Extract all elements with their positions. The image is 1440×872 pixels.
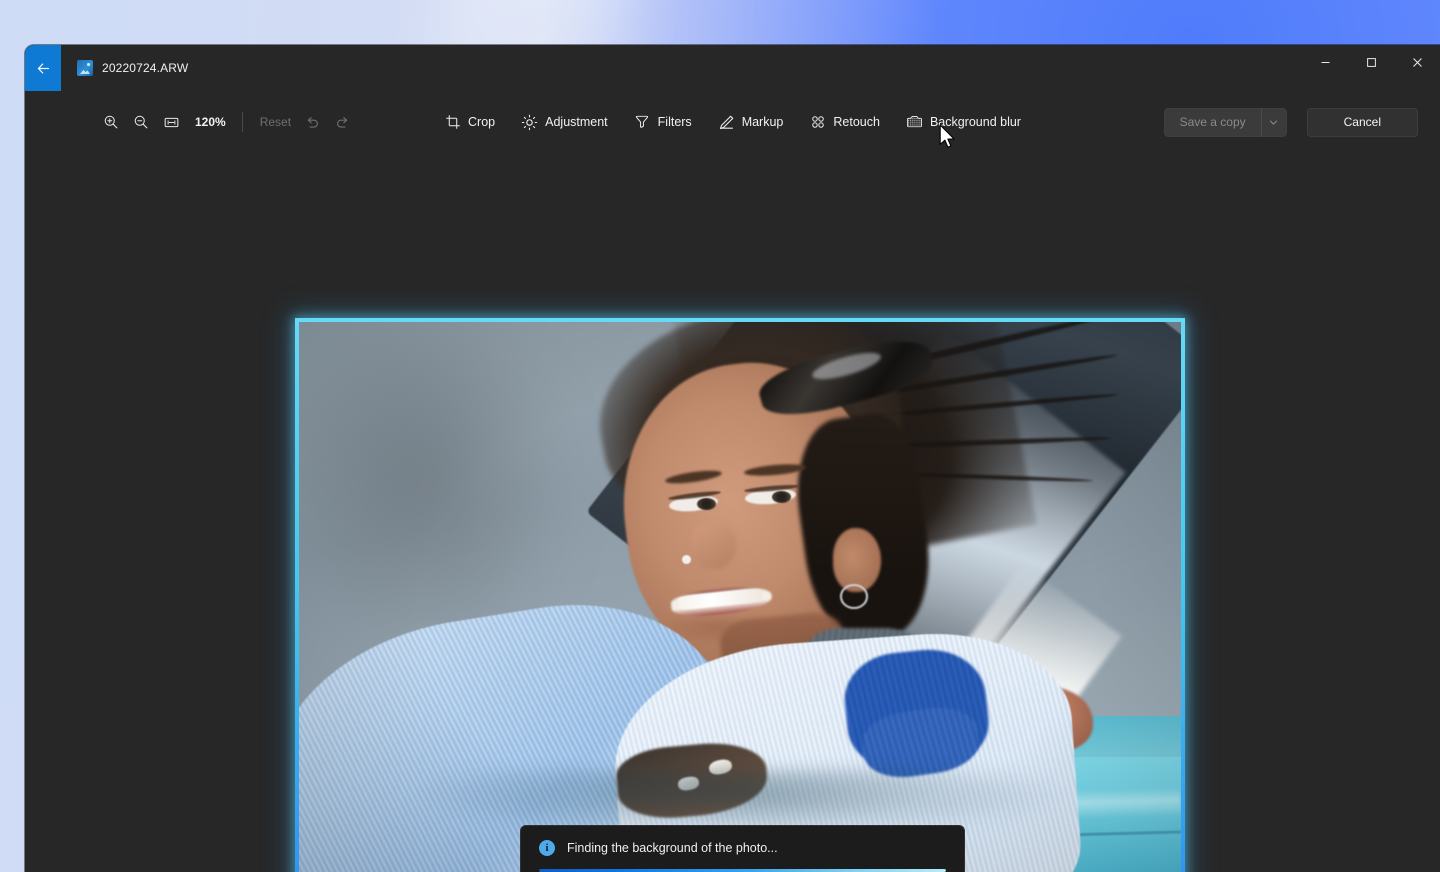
zoom-controls-group: 120% Reset xyxy=(96,107,357,137)
save-options-dropdown-button[interactable] xyxy=(1260,107,1287,137)
action-buttons-group: Save a copy Cancel xyxy=(1163,107,1418,137)
photo-file-icon xyxy=(77,60,93,76)
brightness-icon xyxy=(521,114,538,131)
tool-retouch-button[interactable]: Retouch xyxy=(796,107,893,138)
back-button[interactable] xyxy=(25,45,61,91)
photo-selection-frame xyxy=(295,318,1185,872)
desktop-wallpaper: 20220724.ARW 120% Reset Crop Adjustment … xyxy=(0,0,1440,872)
tool-markup-label: Markup xyxy=(741,115,784,129)
status-message: Finding the background of the photo... xyxy=(567,841,778,855)
photo-image[interactable] xyxy=(299,322,1181,872)
tool-background-blur-button[interactable]: Background blur xyxy=(893,107,1034,138)
filter-funnel-icon xyxy=(634,114,651,131)
tool-markup-button[interactable]: Markup xyxy=(705,107,797,138)
file-name-label: 20220724.ARW xyxy=(102,61,189,75)
minimize-button[interactable] xyxy=(1302,45,1348,79)
pen-icon xyxy=(718,114,735,131)
file-chip: 20220724.ARW xyxy=(61,45,188,91)
save-a-copy-button[interactable]: Save a copy xyxy=(1163,107,1261,137)
photo-canvas-area[interactable]: i Finding the background of the photo... xyxy=(25,153,1440,872)
info-icon: i xyxy=(539,840,555,856)
tool-crop-label: Crop xyxy=(468,115,496,129)
zoom-out-button[interactable] xyxy=(126,107,156,137)
tool-adjustment-button[interactable]: Adjustment xyxy=(508,107,621,138)
zoom-level-label: 120% xyxy=(195,115,226,129)
tool-filters-button[interactable]: Filters xyxy=(621,107,705,138)
undo-button[interactable] xyxy=(297,107,327,137)
window-controls xyxy=(1302,45,1440,91)
title-bar: 20220724.ARW xyxy=(25,45,1440,91)
editor-toolbar: 120% Reset Crop Adjustment Filters Marku… xyxy=(25,91,1440,153)
zoom-in-icon xyxy=(104,115,118,129)
redo-icon xyxy=(336,116,347,128)
status-row: i Finding the background of the photo... xyxy=(539,840,946,856)
tool-adjustment-label: Adjustment xyxy=(545,115,608,129)
title-bar-drag-region[interactable] xyxy=(188,45,1302,91)
tool-filters-label: Filters xyxy=(657,115,692,129)
close-icon xyxy=(1412,57,1422,67)
photos-editor-window: 20220724.ARW 120% Reset Crop Adjustment … xyxy=(25,45,1440,872)
crop-icon xyxy=(444,114,461,131)
fit-to-window-icon xyxy=(164,117,178,127)
tool-crop-button[interactable]: Crop xyxy=(431,107,508,138)
close-button[interactable] xyxy=(1394,45,1440,79)
minimize-icon xyxy=(1321,61,1329,63)
back-arrow-icon xyxy=(37,62,49,74)
toolbar-divider xyxy=(241,112,243,132)
save-a-copy-split-button: Save a copy xyxy=(1163,107,1287,137)
fit-to-window-button[interactable] xyxy=(156,107,186,137)
redo-button[interactable] xyxy=(327,107,357,137)
photo-layer-vignette xyxy=(299,322,1181,872)
blur-mesh-icon xyxy=(906,114,923,131)
maximize-button[interactable] xyxy=(1348,45,1394,79)
undo-icon xyxy=(307,116,318,128)
cancel-button[interactable]: Cancel xyxy=(1306,107,1418,137)
chevron-down-icon xyxy=(1270,120,1278,125)
maximize-icon xyxy=(1366,57,1376,67)
zoom-in-button[interactable] xyxy=(96,107,126,137)
tool-background-blur-label: Background blur xyxy=(929,115,1021,129)
tool-retouch-label: Retouch xyxy=(833,115,880,129)
zoom-out-icon xyxy=(134,115,148,129)
retouch-dots-icon xyxy=(809,114,826,131)
reset-button[interactable]: Reset xyxy=(254,110,297,134)
status-toast: i Finding the background of the photo... xyxy=(520,825,965,872)
